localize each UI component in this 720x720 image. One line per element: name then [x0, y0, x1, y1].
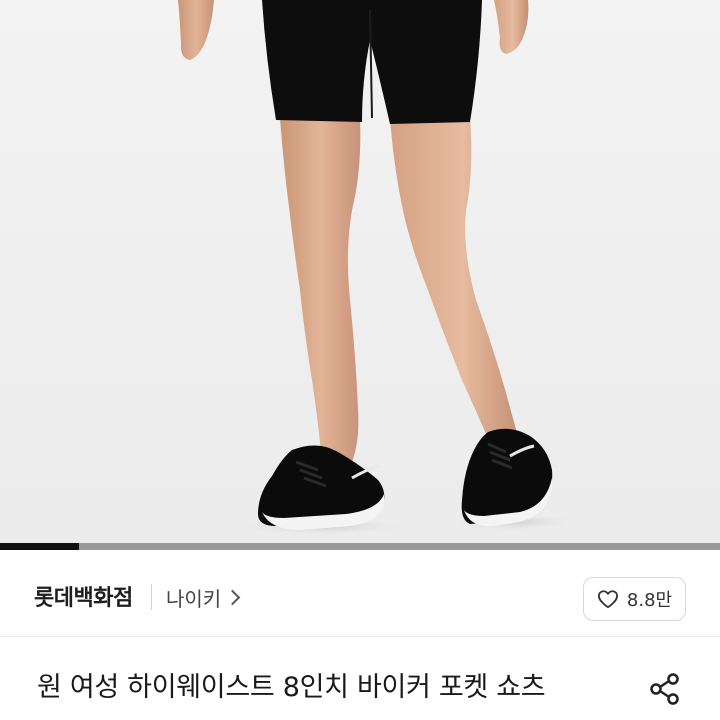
- brand-divider: [151, 584, 152, 610]
- product-title: 원 여성 하이웨이스트 8인치 바이커 포켓 쇼츠: [37, 672, 546, 703]
- share-icon: [650, 673, 679, 705]
- brand-name: 나이키: [166, 586, 222, 611]
- image-carousel-progress-fill: [0, 543, 80, 550]
- store-name[interactable]: 롯데백화점: [34, 580, 133, 612]
- chevron-right-icon: [224, 589, 241, 605]
- product-photo-illustration: [178, 0, 582, 536]
- section-divider: [0, 636, 720, 637]
- brand-link[interactable]: 나이키: [166, 581, 241, 613]
- brand-row: 롯데백화점 나이키 8.8만: [0, 566, 720, 636]
- like-count: 8.8만: [626, 590, 673, 611]
- share-button[interactable]: [640, 664, 690, 714]
- heart-icon: [597, 590, 618, 609]
- product-detail-screen: 롯데백화점 나이키 8.8만 원 여성 하이웨이스트 8인치 바이커 포켓 쇼츠: [0, 0, 720, 720]
- image-carousel-progress: [0, 543, 720, 550]
- title-row: 원 여성 하이웨이스트 8인치 바이커 포켓 쇼츠: [0, 660, 720, 720]
- product-image[interactable]: [0, 0, 720, 543]
- like-button[interactable]: 8.8만: [583, 577, 686, 621]
